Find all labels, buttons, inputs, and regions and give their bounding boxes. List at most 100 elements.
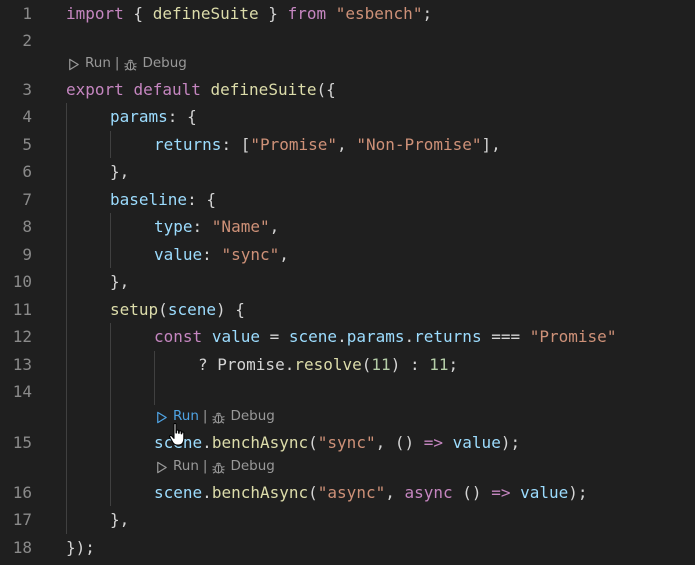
codelens-debug-button[interactable]: Debug (211, 404, 275, 428)
code-token: : (202, 245, 222, 264)
codelens-debug-button[interactable]: Debug (123, 51, 187, 75)
code-token: . (202, 433, 212, 452)
code-line[interactable]: 6}, (0, 158, 695, 185)
code-line[interactable]: 11 setup(scene) { (0, 296, 695, 323)
code-text: }, (110, 158, 129, 185)
code-token: . (284, 355, 295, 374)
code-text: export default defineSuite({ (66, 76, 336, 103)
code-token: 11 (429, 355, 449, 374)
code-token: value (154, 245, 203, 264)
line-number: 5 (22, 135, 32, 154)
code-token: . (404, 327, 415, 346)
code-line[interactable]: 13? Promise.resolve(11) : 11; (0, 351, 695, 378)
code-line[interactable]: 15 scene.benchAsync("sync", () => value); (0, 429, 695, 456)
codelens-debug-label: Debug (230, 408, 275, 424)
line-number: 7 (22, 190, 32, 209)
code-line[interactable]: 8 type: "Name", (0, 213, 695, 240)
code-token: returns (154, 135, 222, 154)
code-line[interactable]: 2 (0, 27, 695, 54)
code-line[interactable]: 12 const value = scene.params.returns ===… (0, 323, 695, 350)
code-token: defineSuite (152, 4, 259, 23)
code-token: ); (568, 483, 588, 502)
code-text: scene.benchAsync("async", async () => va… (154, 479, 588, 506)
codelens-run-button[interactable]: Run (154, 454, 199, 478)
line-number: 15 (12, 433, 32, 452)
code-token: value (211, 327, 260, 346)
codelens-debug-label: Debug (230, 458, 275, 474)
code-token: ) { (215, 300, 245, 319)
code-token: , (279, 245, 289, 264)
code-token: = (259, 327, 289, 346)
code-token: defineSuite (210, 80, 317, 99)
codelens: Run | Debug (0, 404, 695, 428)
codelens-run-button[interactable]: Run (66, 51, 111, 75)
code-line[interactable]: 17}, (0, 506, 695, 533)
codelens-separator: | (114, 55, 120, 71)
code-token: : { (167, 107, 197, 126)
code-token: "Promise" (250, 135, 338, 154)
line-number: 14 (12, 382, 32, 401)
line-number: 18 (12, 538, 32, 557)
code-token: { (123, 4, 153, 23)
code-line[interactable]: 9 value: "sync", (0, 241, 695, 268)
code-token: , (269, 217, 280, 236)
code-text: import { defineSuite } from "esbench"; (66, 0, 432, 27)
code-text: }, (110, 506, 129, 533)
code-text: const value = scene.params.returns === "… (154, 323, 616, 350)
codelens-debug-button[interactable]: Debug (211, 454, 275, 478)
code-editor[interactable]: 1 import { defineSuite } from "esbench"; 2… (0, 0, 695, 565)
code-token: "sync" (317, 433, 376, 452)
code-token: value (452, 433, 501, 452)
code-token: : [ (221, 135, 251, 154)
code-token: "sync" (221, 245, 280, 264)
code-token: scene (154, 483, 203, 502)
code-token: type (154, 217, 193, 236)
code-token: => (491, 483, 511, 502)
code-token: "esbench" (335, 4, 423, 23)
code-token: benchAsync (211, 433, 309, 452)
code-text: params: { (110, 103, 197, 130)
code-token: import (66, 4, 124, 23)
line-number: 6 (22, 162, 32, 181)
codelens: Run | Debug (0, 454, 695, 478)
hand-pointer-cursor-icon (168, 422, 190, 448)
code-line[interactable]: 5 returns: ["Promise", "Non-Promise"], (0, 131, 695, 158)
code-line[interactable]: 7 baseline: { (0, 186, 695, 213)
codelens-debug-label: Debug (142, 55, 187, 71)
code-line[interactable]: 1 import { defineSuite } from "esbench"; (0, 0, 695, 27)
code-token: , (385, 483, 405, 502)
code-token: ) : (390, 355, 430, 374)
code-token: , (337, 135, 357, 154)
codelens-actions: Run | Debug (154, 454, 275, 478)
code-token: ? (198, 355, 218, 374)
line-number: 1 (22, 4, 32, 23)
code-line[interactable]: 14 (0, 378, 695, 405)
line-number: 8 (22, 217, 32, 236)
code-token: async (404, 483, 453, 502)
line-number: 13 (12, 355, 32, 374)
code-token: returns (414, 327, 482, 346)
codelens-separator: | (202, 408, 208, 424)
code-token: : (192, 217, 212, 236)
code-text: baseline: { (110, 186, 216, 213)
code-token: }, (110, 162, 130, 181)
code-line[interactable]: 4 params: { (0, 103, 695, 130)
code-text: value: "sync", (154, 241, 289, 268)
code-line[interactable]: 3 export default defineSuite({ (0, 76, 695, 103)
code-token: "async" (317, 483, 386, 502)
code-line[interactable]: 18}); (0, 534, 695, 561)
code-line[interactable]: 10}, (0, 268, 695, 295)
codelens-actions: Run | Debug (66, 51, 187, 75)
code-token: resolve (294, 355, 362, 374)
codelens-run-label: Run (173, 458, 199, 474)
line-number: 11 (12, 300, 32, 319)
code-token: . (337, 327, 347, 346)
code-token: ( (308, 483, 318, 502)
code-line[interactable]: 16 scene.benchAsync("async", async () => … (0, 479, 695, 506)
code-token: }, (110, 272, 130, 291)
codelens: Run | Debug (0, 51, 695, 75)
code-token: => (423, 433, 444, 452)
